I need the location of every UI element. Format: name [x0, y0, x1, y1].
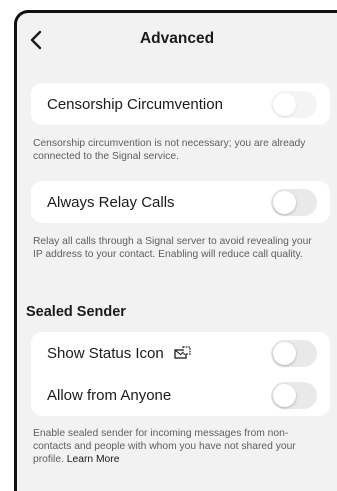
censorship-row: Censorship Circumvention — [31, 83, 330, 125]
allow-from-anyone-toggle[interactable] — [271, 382, 317, 409]
toggle-knob — [273, 342, 296, 365]
relay-calls-card: Always Relay Calls — [31, 181, 330, 223]
censorship-card: Censorship Circumvention — [31, 83, 330, 125]
allow-from-anyone-row: Allow from Anyone — [31, 374, 330, 416]
show-status-icon-row: Show Status Icon — [31, 332, 330, 374]
advanced-settings-screen: Advanced Censorship Circumvention Censor… — [14, 10, 337, 491]
relay-calls-toggle[interactable] — [271, 189, 317, 216]
toggle-knob — [273, 191, 296, 214]
relay-calls-label: Always Relay Calls — [47, 193, 175, 211]
sealed-sender-card: Show Status Icon Allow from Anyone — [31, 332, 330, 416]
toggle-knob — [273, 384, 296, 407]
censorship-toggle[interactable] — [271, 91, 317, 118]
show-status-icon-label: Show Status Icon — [47, 344, 164, 362]
allow-from-anyone-label: Allow from Anyone — [47, 386, 172, 404]
page-title: Advanced — [139, 30, 215, 47]
learn-more-link[interactable]: Learn More — [67, 454, 120, 465]
show-status-icon-label-wrap: Show Status Icon — [47, 345, 192, 362]
censorship-description: Censorship circumvention is not necessar… — [33, 138, 306, 162]
relay-calls-row: Always Relay Calls — [31, 181, 330, 223]
show-status-icon-toggle[interactable] — [271, 340, 317, 367]
nav-bar: Advanced — [17, 13, 337, 71]
relay-calls-description: Relay all calls through a Signal server … — [33, 236, 312, 260]
sealed-sender-section-title: Sealed Sender — [26, 304, 126, 320]
sealed-sender-description: Enable sealed sender for incoming messag… — [33, 427, 323, 466]
toggle-knob — [273, 93, 296, 116]
sealed-sender-icon — [174, 346, 191, 359]
censorship-label: Censorship Circumvention — [47, 95, 223, 113]
